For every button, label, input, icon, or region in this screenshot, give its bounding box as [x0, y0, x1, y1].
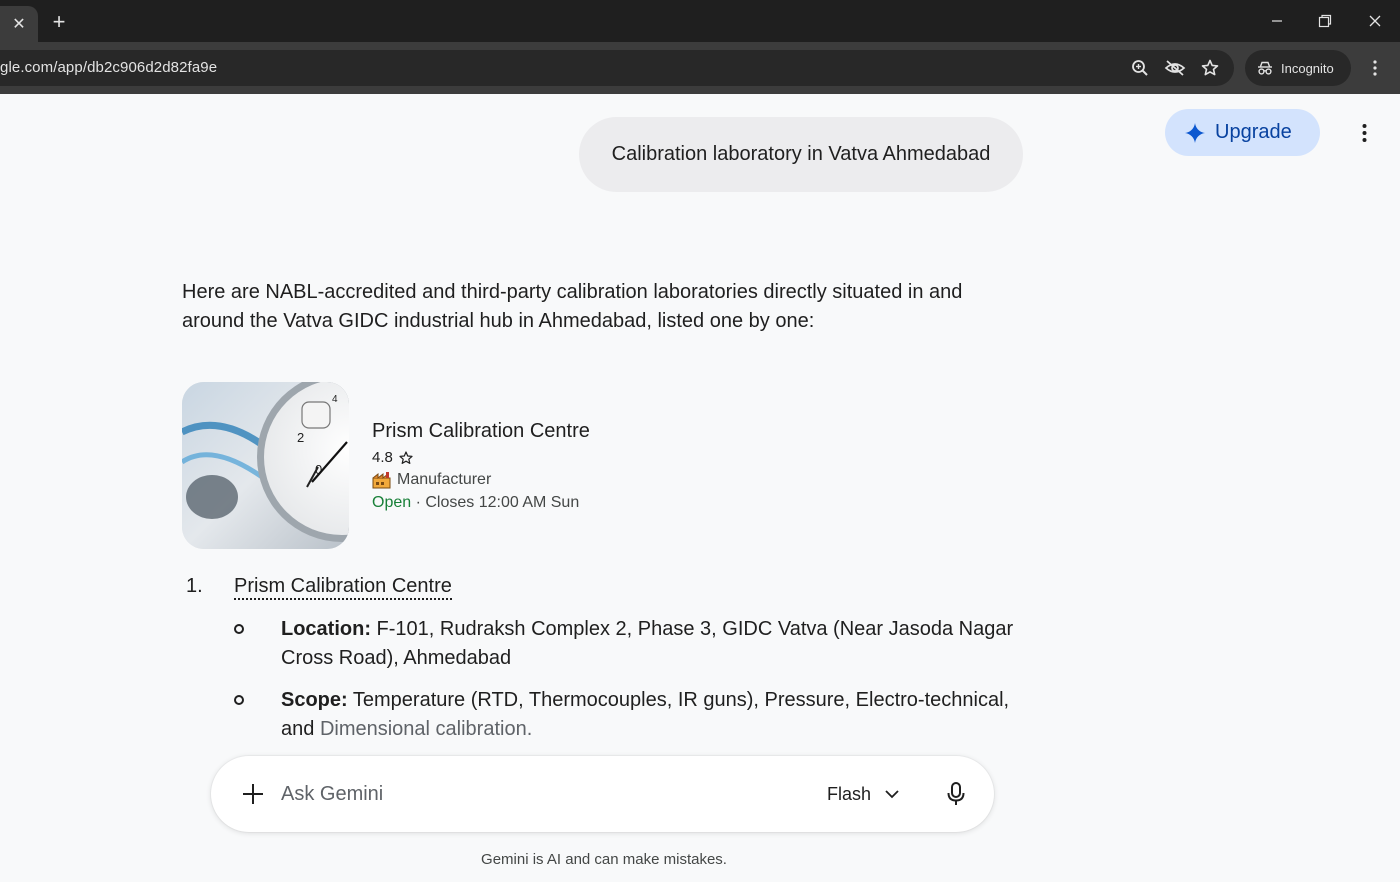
place-name[interactable]: Prism Calibration Centre: [372, 420, 590, 443]
scope-text-faded: Dimensional calibration.: [319, 717, 533, 740]
list-number: 1.: [186, 575, 203, 597]
browser-titlebar: ✕ +: [0, 0, 1400, 42]
svg-text:2: 2: [297, 430, 304, 445]
restore-button[interactable]: [1302, 4, 1348, 38]
user-prompt-bubble: Calibration laboratory in Vatva Ahmedaba…: [579, 117, 1023, 192]
microphone-button[interactable]: [943, 780, 969, 808]
bullet-marker: [234, 624, 244, 634]
page-menu-button[interactable]: [1353, 120, 1375, 146]
user-prompt-text: Calibration laboratory in Vatva Ahmedaba…: [611, 143, 991, 165]
ask-gemini-input[interactable]: [281, 778, 801, 810]
bullet-marker: [234, 695, 244, 705]
new-tab-button[interactable]: +: [46, 9, 72, 35]
upgrade-button[interactable]: Upgrade: [1165, 109, 1320, 156]
place-photo[interactable]: 2 4 0: [182, 382, 349, 549]
response-intro: Here are NABL-accredited and third-party…: [182, 281, 963, 332]
more-vert-icon: [1362, 124, 1366, 142]
minimize-button[interactable]: [1254, 4, 1300, 38]
tab-close-button[interactable]: ✕: [0, 6, 38, 42]
eye-off-icon[interactable]: [1164, 58, 1186, 78]
minimize-icon: [1272, 20, 1282, 22]
upgrade-label: Upgrade: [1215, 121, 1292, 143]
prompt-input-bar: Flash: [211, 756, 994, 832]
more-vert-icon: [1373, 60, 1377, 76]
model-selector[interactable]: Flash: [827, 778, 899, 810]
browser-toolbar: gle.com/app/db2c906d2d82fa9e Incognito: [0, 42, 1400, 94]
close-window-button[interactable]: [1352, 4, 1398, 38]
list-item-title-link[interactable]: Prism Calibration Centre: [234, 575, 452, 600]
location-text: F-101, Rudraksh Complex 2, Phase 3, GIDC…: [281, 618, 1014, 669]
chevron-down-icon: [885, 789, 899, 798]
zoom-icon[interactable]: [1129, 58, 1151, 78]
place-hours: Open · Closes 12:00 AM Sun: [372, 494, 579, 512]
location-label: Location:: [281, 618, 371, 640]
rating-value: 4.8: [372, 449, 393, 466]
closing-time: · Closes 12:00 AM Sun: [411, 494, 580, 511]
star-icon: [399, 450, 413, 464]
place-rating: 4.8: [372, 449, 413, 466]
microphone-icon: [947, 782, 965, 805]
open-status: Open: [372, 494, 412, 511]
sparkle-icon: [1185, 122, 1205, 143]
incognito-indicator[interactable]: Incognito: [1245, 50, 1351, 86]
factory-icon: [372, 471, 391, 488]
incognito-icon: [1258, 61, 1272, 75]
address-bar[interactable]: gle.com/app/db2c906d2d82fa9e: [0, 50, 1234, 86]
incognito-label: Incognito: [1281, 60, 1334, 76]
browser-menu-button[interactable]: [1366, 58, 1384, 78]
list-item-scope: Scope: Temperature (RTD, Thermocouples, …: [281, 686, 1031, 743]
restore-icon: [1318, 14, 1332, 28]
list-item-location: Location: F-101, Rudraksh Complex 2, Pha…: [281, 615, 1031, 672]
scope-label: Scope:: [281, 689, 348, 711]
plus-icon: [243, 784, 263, 804]
place-category: Manufacturer: [372, 471, 491, 489]
close-icon: [1369, 15, 1381, 27]
svg-text:4: 4: [332, 394, 338, 405]
star-icon[interactable]: [1199, 58, 1221, 78]
url-text[interactable]: gle.com/app/db2c906d2d82fa9e: [0, 59, 217, 76]
disclaimer-text: Gemini is AI and can make mistakes.: [481, 851, 727, 868]
add-attachment-button[interactable]: [239, 780, 267, 808]
category-label: Manufacturer: [397, 471, 492, 488]
model-label: Flash: [827, 783, 872, 804]
